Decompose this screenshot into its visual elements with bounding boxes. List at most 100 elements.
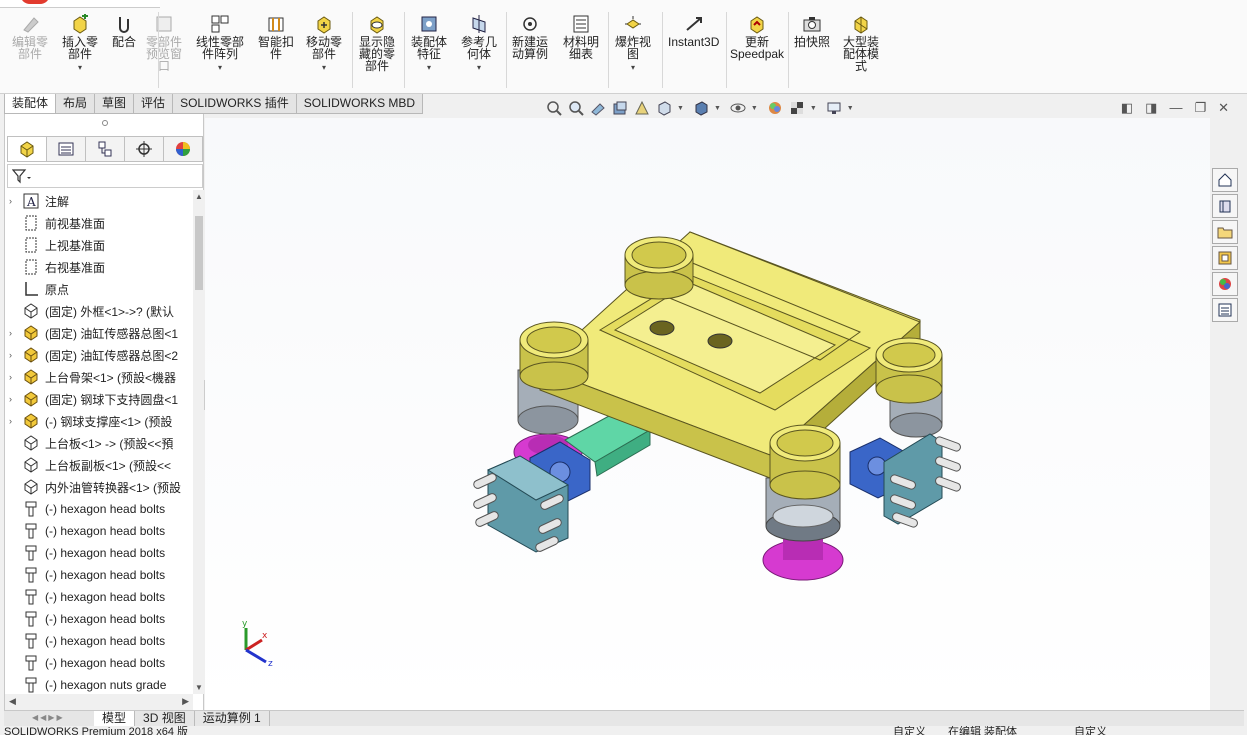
chevron-down-icon[interactable]: ▾ bbox=[477, 62, 481, 74]
appearances-scenes-icon[interactable] bbox=[1212, 272, 1238, 296]
tree-item[interactable]: (-) hexagon head bolts bbox=[5, 564, 193, 586]
expand-arrow-icon[interactable]: › bbox=[9, 372, 21, 382]
tab-3d-views[interactable]: 3D 视图 bbox=[135, 711, 195, 726]
edit-appearance-icon[interactable] bbox=[766, 99, 784, 117]
tree-item[interactable]: (固定) 外框<1>->? (默认 bbox=[5, 300, 193, 322]
tab-addins[interactable]: SOLIDWORKS 插件 bbox=[172, 94, 297, 114]
close-icon[interactable]: ✕ bbox=[1218, 100, 1229, 116]
smart-fasteners-button[interactable]: 智能扣 件 bbox=[258, 14, 294, 60]
zoom-to-area-icon[interactable] bbox=[567, 99, 585, 117]
tree-horizontal-scrollbar[interactable]: ◀ ▶ bbox=[5, 694, 193, 710]
tree-item[interactable]: 内外油管转换器<1> (预設 bbox=[5, 476, 193, 498]
restore-icon[interactable]: ❐ bbox=[1194, 100, 1206, 116]
scroll-up-icon[interactable]: ▲ bbox=[195, 192, 203, 201]
panel-collapse-handle[interactable] bbox=[102, 120, 108, 126]
chevron-down-icon[interactable]: ▾ bbox=[427, 62, 431, 74]
scroll-right-icon[interactable]: ▶ bbox=[182, 696, 189, 707]
tree-item[interactable]: › 上台骨架<1> (预設<機器 bbox=[5, 366, 193, 388]
dynamic-annotation-icon[interactable] bbox=[633, 99, 651, 117]
scroll-down-icon[interactable]: ▼ bbox=[195, 683, 203, 692]
tile-right-icon[interactable]: ◨ bbox=[1145, 100, 1157, 116]
tab-evaluate[interactable]: 评估 bbox=[133, 94, 174, 114]
assembly-features-button[interactable]: 装配体 特征 ▾ bbox=[411, 14, 447, 74]
tile-left-icon[interactable]: ◧ bbox=[1121, 100, 1133, 116]
tree-item[interactable]: 前视基准面 bbox=[5, 212, 193, 234]
tree-item[interactable]: (-) hexagon head bolts bbox=[5, 652, 193, 674]
large-assembly-button[interactable]: 大型装 配体模 式 bbox=[843, 14, 879, 72]
linear-pattern-button[interactable]: 线性零部 件阵列 ▾ bbox=[196, 14, 244, 74]
tab-motion-study[interactable]: 运动算例 1 bbox=[195, 711, 270, 726]
chevron-down-icon[interactable]: ▼ bbox=[810, 105, 817, 112]
show-hidden-button[interactable]: 显示隐 藏的零 部件 bbox=[359, 14, 395, 72]
tab-sketch[interactable]: 草图 bbox=[94, 94, 135, 114]
tab-assembly[interactable]: 装配体 bbox=[4, 94, 57, 114]
tab-mbd[interactable]: SOLIDWORKS MBD bbox=[295, 94, 424, 114]
exploded-view-button[interactable]: 爆炸视 图 ▾ bbox=[615, 14, 651, 74]
tree-item[interactable]: 上台板<1> -> (预設<<預 bbox=[5, 432, 193, 454]
tree-item[interactable]: 上视基准面 bbox=[5, 234, 193, 256]
insert-components-button[interactable]: 插入零 部件 ▾ bbox=[62, 14, 98, 74]
design-library-icon[interactable] bbox=[1212, 194, 1238, 218]
view-orientation-icon[interactable] bbox=[655, 99, 673, 117]
tab-layout[interactable]: 布局 bbox=[55, 94, 96, 114]
tree-item[interactable]: 原点 bbox=[5, 278, 193, 300]
expand-arrow-icon[interactable]: › bbox=[9, 394, 21, 404]
view-palette-icon[interactable] bbox=[1212, 246, 1238, 270]
tree-item[interactable]: (-) hexagon head bolts bbox=[5, 542, 193, 564]
graphics-area[interactable]: y x z bbox=[205, 118, 1210, 710]
chevron-down-icon[interactable]: ▾ bbox=[218, 62, 222, 74]
file-explorer-icon[interactable] bbox=[1212, 220, 1238, 244]
tree-item[interactable]: (-) hexagon head bolts bbox=[5, 498, 193, 520]
scroll-thumb[interactable] bbox=[195, 216, 203, 290]
chevron-down-icon[interactable]: ▼ bbox=[677, 105, 684, 112]
move-component-button[interactable]: 移动零 部件 ▾ bbox=[306, 14, 342, 74]
chevron-down-icon[interactable]: ▾ bbox=[78, 62, 82, 74]
new-motion-study-button[interactable]: 新建运 动算例 bbox=[512, 14, 548, 60]
tree-item[interactable]: (-) hexagon head bolts bbox=[5, 520, 193, 542]
tree-filter[interactable] bbox=[7, 164, 203, 188]
previous-view-icon[interactable] bbox=[589, 99, 607, 117]
instant3d-button[interactable]: Instant3D bbox=[668, 14, 719, 48]
tree-item[interactable]: 右视基准面 bbox=[5, 256, 193, 278]
expand-arrow-icon[interactable]: › bbox=[9, 350, 21, 360]
zoom-to-fit-icon[interactable] bbox=[545, 99, 563, 117]
display-style-icon[interactable] bbox=[692, 99, 710, 117]
tree-item[interactable]: (-) hexagon head bolts bbox=[5, 630, 193, 652]
tree-item[interactable]: › (固定) 油缸传感器总图<1 bbox=[5, 322, 193, 344]
display-manager-tab-icon[interactable] bbox=[163, 136, 203, 162]
tree-vertical-scrollbar[interactable]: ▲ ▼ bbox=[193, 190, 205, 694]
chevron-down-icon[interactable]: ▼ bbox=[847, 105, 854, 112]
tree-item[interactable]: (-) hexagon head bolts bbox=[5, 586, 193, 608]
minimize-icon[interactable]: — bbox=[1169, 100, 1182, 116]
bom-button[interactable]: 材料明 细表 bbox=[563, 14, 599, 60]
filter-icon[interactable] bbox=[12, 168, 32, 184]
tree-item[interactable]: › (固定) 钢球下支持圆盘<1 bbox=[5, 388, 193, 410]
tree-item[interactable]: (-) hexagon nuts grade bbox=[5, 674, 193, 694]
chevron-down-icon[interactable]: ▾ bbox=[631, 62, 635, 74]
property-manager-tab-icon[interactable] bbox=[46, 136, 86, 162]
hide-show-items-icon[interactable] bbox=[729, 99, 747, 117]
chevron-down-icon[interactable]: ▼ bbox=[714, 105, 721, 112]
speedpak-button[interactable]: 更新 Speedpak bbox=[730, 14, 784, 60]
expand-arrow-icon[interactable]: › bbox=[9, 196, 21, 206]
tree-item[interactable]: (-) hexagon head bolts bbox=[5, 608, 193, 630]
tab-model[interactable]: 模型 bbox=[94, 711, 136, 726]
chevron-down-icon[interactable]: ▼ bbox=[751, 105, 758, 112]
tree-item[interactable]: 上台板副板<1> (预設<< bbox=[5, 454, 193, 476]
expand-arrow-icon[interactable]: › bbox=[9, 328, 21, 338]
custom-properties-icon[interactable] bbox=[1212, 298, 1238, 322]
expand-arrow-icon[interactable]: › bbox=[9, 416, 21, 426]
tree-item[interactable]: › A 注解 bbox=[5, 190, 193, 212]
assembly-model[interactable]: y x z bbox=[205, 118, 1210, 710]
reference-geometry-button[interactable]: 参考几 何体 ▾ bbox=[461, 14, 497, 74]
tree-item[interactable]: › (-) 钢球支撑座<1> (预設 bbox=[5, 410, 193, 432]
component-preview-button[interactable]: 零部件 预览窗 口 bbox=[146, 14, 182, 72]
solidworks-resources-icon[interactable] bbox=[1212, 168, 1238, 192]
scroll-left-icon[interactable]: ◀ bbox=[9, 696, 16, 707]
tab-navigation-arrows[interactable]: ◀◀▶▶ bbox=[4, 711, 94, 726]
mate-button[interactable]: 配合 bbox=[112, 14, 136, 48]
feature-manager-tab-icon[interactable] bbox=[7, 136, 47, 162]
section-view-icon[interactable] bbox=[611, 99, 629, 117]
view-settings-icon[interactable] bbox=[825, 99, 843, 117]
tree-item[interactable]: › (固定) 油缸传感器总图<2 bbox=[5, 344, 193, 366]
